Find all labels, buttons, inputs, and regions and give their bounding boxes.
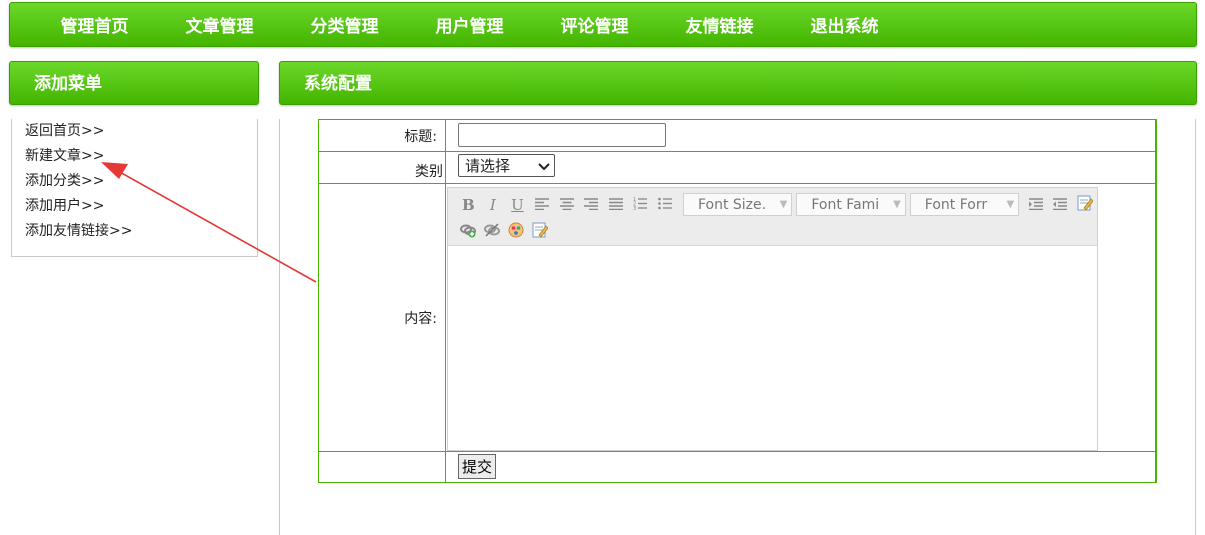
article-form: 标题: 类别 请选择 内容: B I U 1 2 3 Font Size. ▼ … — [318, 119, 1157, 483]
category-selected-value: 请选择 — [465, 157, 511, 175]
chevron-down-icon: ▼ — [893, 199, 901, 210]
rich-text-editor: B I U 1 2 3 Font Size. ▼ Font Fami ▼ Fon… — [447, 187, 1098, 451]
sidebar-title: 添加菜单 — [9, 61, 259, 105]
editor-toolbar: B I U 1 2 3 Font Size. ▼ Font Fami ▼ Fon… — [448, 188, 1097, 246]
insert-image-icon[interactable] — [508, 222, 524, 238]
title-label: 标题: — [318, 119, 446, 152]
main-panel-title: 系统配置 — [279, 61, 1197, 105]
align-left-icon[interactable] — [530, 196, 555, 214]
category-select[interactable]: 请选择 — [458, 154, 555, 177]
font-size-select[interactable]: Font Size. ▼ — [682, 193, 793, 216]
italic-icon[interactable]: I — [481, 196, 506, 214]
nav-item-user-management[interactable]: 用户管理 — [407, 12, 532, 37]
unordered-list-icon[interactable] — [653, 196, 678, 214]
nav-item-comment-management[interactable]: 评论管理 — [532, 12, 657, 37]
font-size-placeholder: Font Size. — [697, 196, 767, 213]
chevron-down-icon: ▼ — [779, 199, 788, 210]
svg-text:3: 3 — [633, 206, 636, 210]
indent-icon[interactable] — [1023, 196, 1048, 214]
underline-icon[interactable]: U — [505, 196, 530, 214]
font-family-placeholder: Font Fami — [811, 196, 880, 213]
nav-item-logout[interactable]: 退出系统 — [782, 12, 907, 37]
submit-button[interactable]: 提交 — [458, 454, 497, 479]
edit-source-icon[interactable] — [532, 222, 549, 238]
sidebar-link-new-article[interactable]: 新建文章>> — [25, 147, 257, 172]
font-format-placeholder: Font Forr — [924, 196, 988, 213]
content-cell: B I U 1 2 3 Font Size. ▼ Font Fami ▼ Fon… — [445, 183, 1157, 452]
align-justify-icon[interactable] — [603, 196, 628, 214]
font-family-select[interactable]: Font Fami ▼ — [796, 193, 906, 216]
insert-link-icon[interactable] — [460, 222, 476, 238]
sidebar-link-add-user[interactable]: 添加用户>> — [25, 197, 257, 222]
align-right-icon[interactable] — [579, 196, 604, 214]
title-cell — [445, 119, 1157, 152]
content-label: 内容: — [318, 183, 446, 452]
submit-cell: 提交 — [445, 451, 1157, 483]
align-center-icon[interactable] — [554, 196, 579, 214]
submit-label-cell — [318, 451, 446, 483]
font-format-select[interactable]: Font Forr ▼ — [909, 193, 1020, 216]
category-label: 类别 — [318, 151, 446, 184]
sidebar-link-add-friend-link[interactable]: 添加友情链接>> — [25, 222, 257, 247]
remove-link-icon[interactable] — [484, 222, 500, 238]
category-cell: 请选择 — [445, 151, 1157, 184]
top-navigation-bar: 管理首页 文章管理 分类管理 用户管理 评论管理 友情链接 退出系统 — [9, 2, 1197, 47]
nav-item-category-management[interactable]: 分类管理 — [282, 12, 407, 37]
nav-item-article-management[interactable]: 文章管理 — [157, 12, 282, 37]
sidebar-menu: 返回首页>> 新建文章>> 添加分类>> 添加用户>> 添加友情链接>> — [11, 119, 258, 257]
chevron-down-icon: ▼ — [1006, 199, 1015, 210]
sidebar-link-back-home[interactable]: 返回首页>> — [25, 122, 257, 147]
bold-icon[interactable]: B — [456, 196, 481, 214]
chevron-down-icon — [538, 157, 550, 175]
outdent-icon[interactable] — [1048, 196, 1073, 214]
editor-content-area[interactable] — [448, 246, 1097, 450]
nav-item-admin-home[interactable]: 管理首页 — [32, 12, 157, 37]
sidebar-link-add-category[interactable]: 添加分类>> — [25, 172, 257, 197]
edit-html-icon[interactable] — [1072, 195, 1097, 215]
ordered-list-icon[interactable]: 123 — [628, 196, 653, 214]
title-input[interactable] — [458, 123, 666, 147]
nav-item-friend-links[interactable]: 友情链接 — [657, 12, 782, 37]
